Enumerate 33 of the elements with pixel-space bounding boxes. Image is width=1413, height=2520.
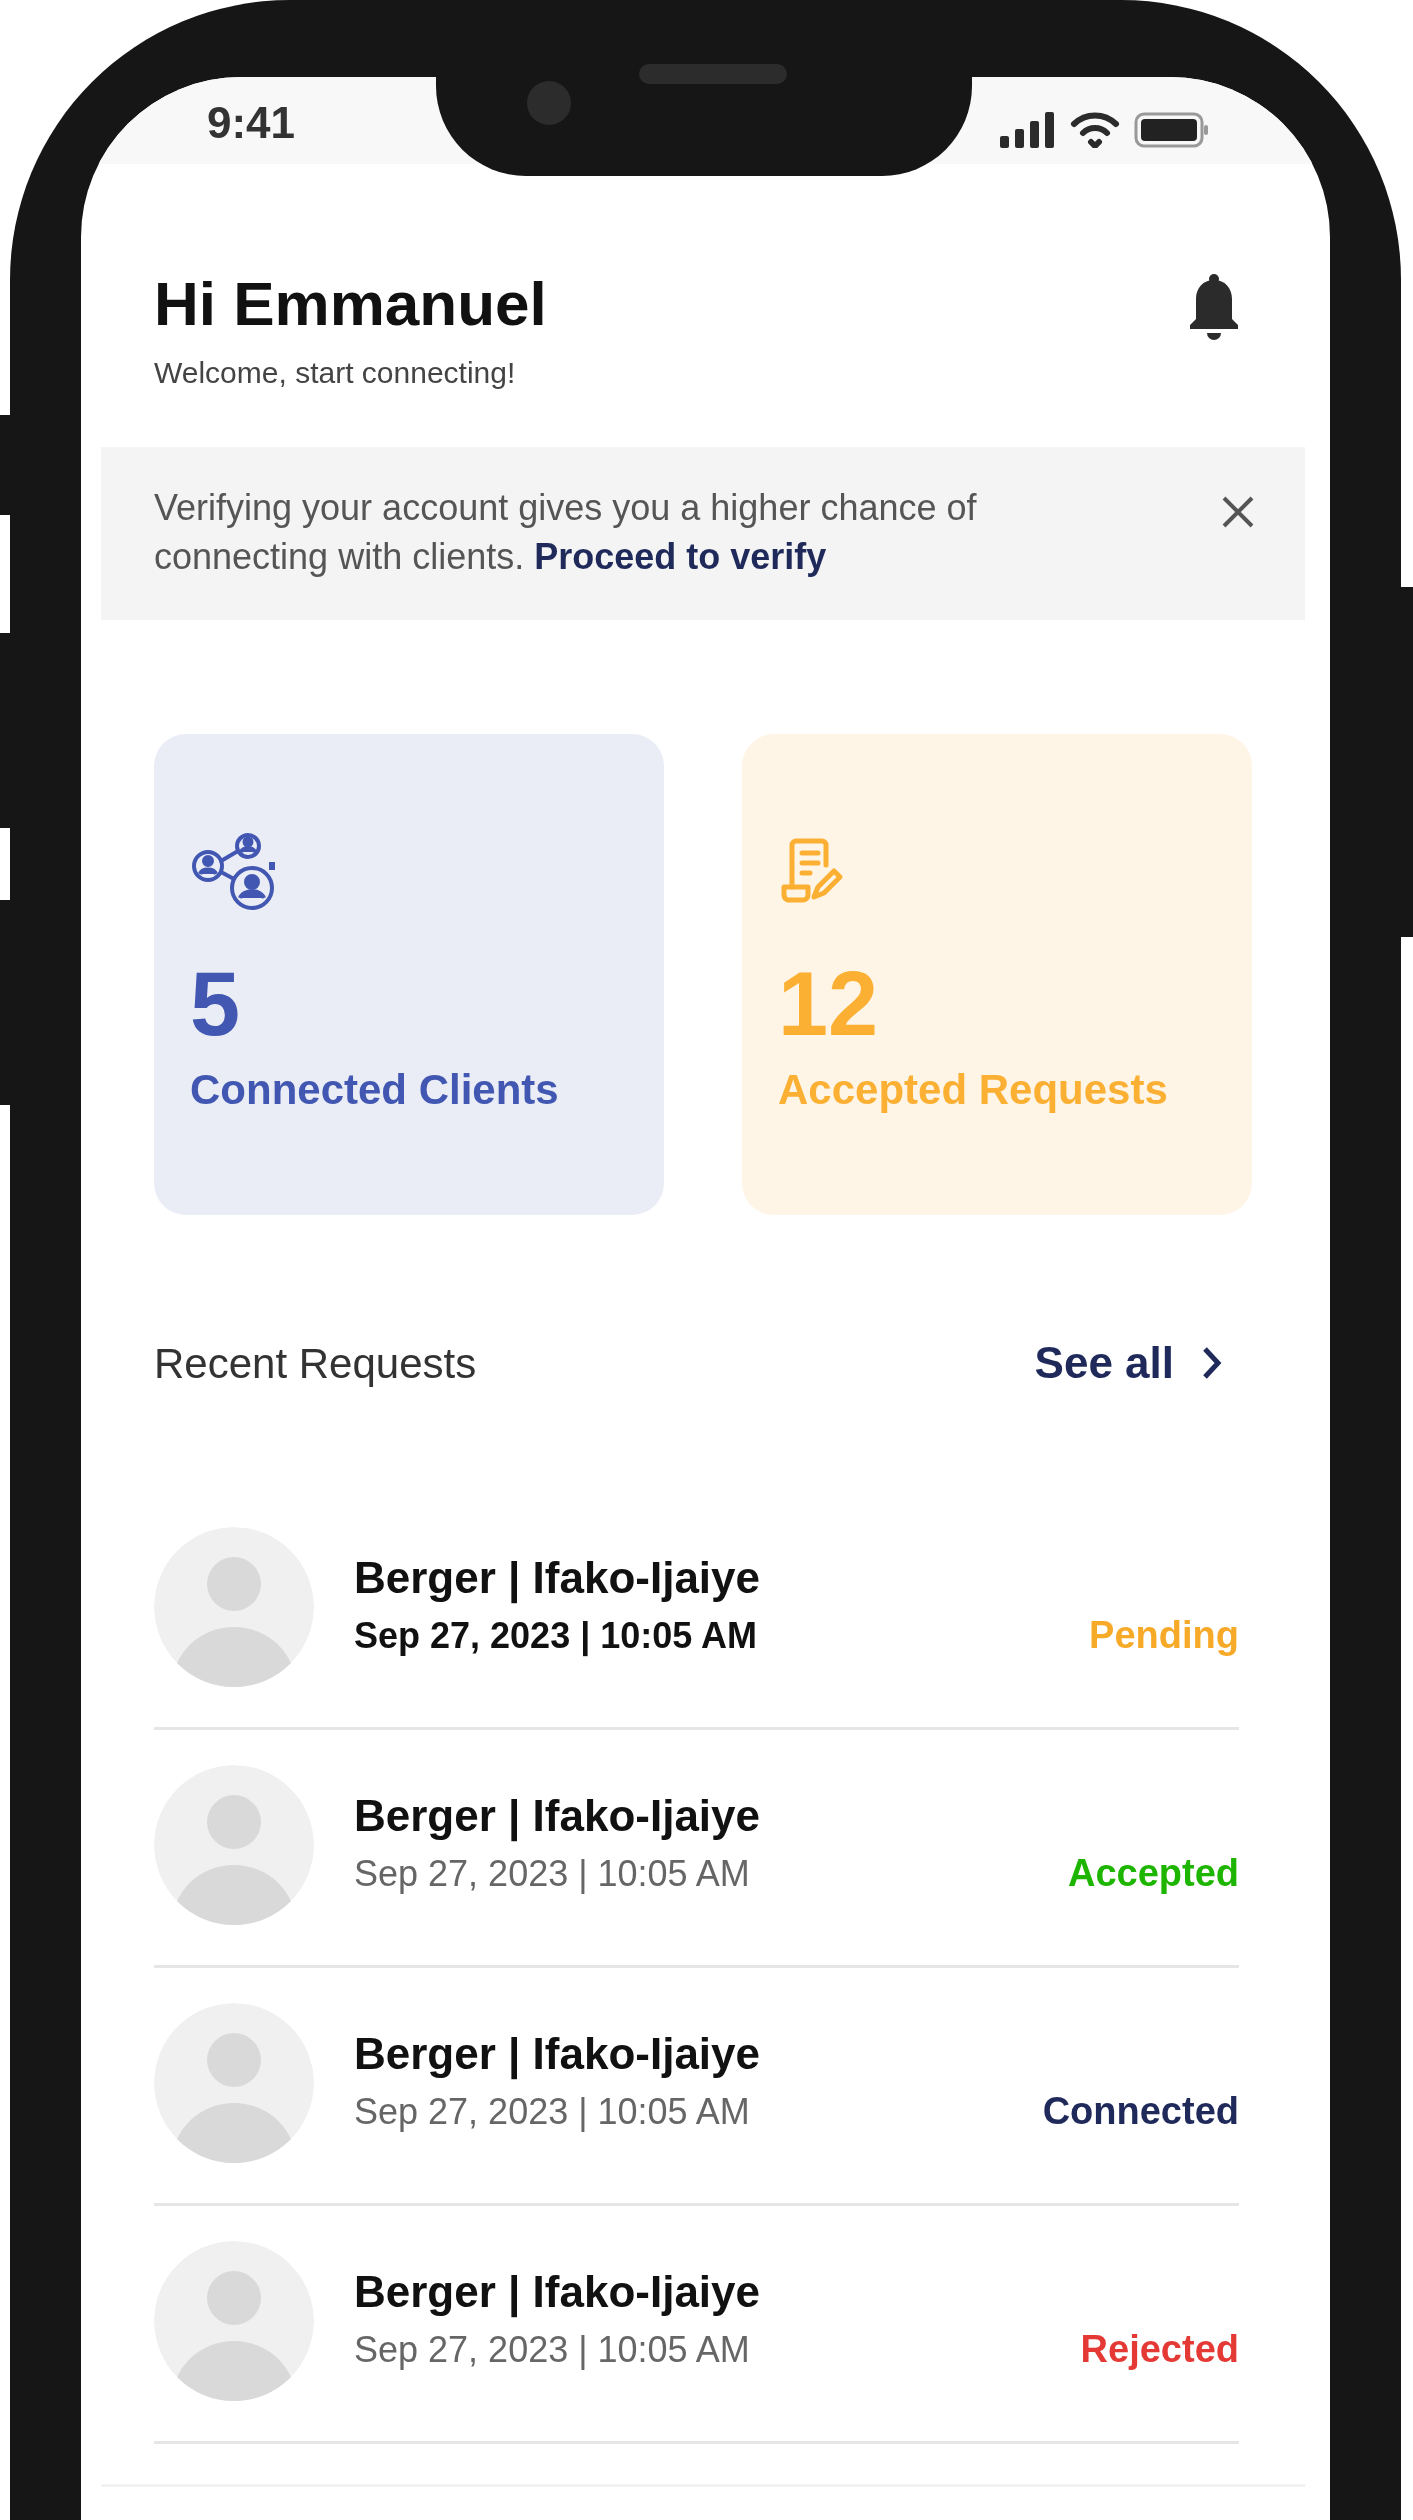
wifi-icon xyxy=(1070,111,1120,148)
stat-count: 5 xyxy=(190,954,241,1054)
battery-icon xyxy=(1134,111,1210,148)
stat-count: 12 xyxy=(778,954,879,1054)
stat-label: Connected Clients xyxy=(190,1065,559,1115)
status-label: Rejected xyxy=(1080,2327,1239,2372)
signal-icon xyxy=(1000,111,1056,148)
request-row[interactable]: Berger | Ifako-Ijaiye Sep 27, 2023 | 10:05 AM Connected xyxy=(154,1968,1239,2206)
section-title: Recent Requests xyxy=(154,1338,477,1389)
status-label: Accepted xyxy=(1067,1851,1239,1896)
see-all-link[interactable]: See all xyxy=(1034,1330,1222,1396)
request-date: Sep 27, 2023 | 10:05 AM xyxy=(354,1851,750,1896)
status-label: Pending xyxy=(1089,1613,1239,1658)
chevron-right-icon xyxy=(1202,1346,1222,1380)
close-icon[interactable] xyxy=(1221,495,1255,529)
request-row[interactable]: Berger | Ifako-Ijaiye Sep 27, 2023 | 10:05 AM Rejected xyxy=(154,2206,1239,2444)
request-name: Berger | Ifako-Ijaiye xyxy=(354,2028,762,2082)
request-date: Sep 27, 2023 | 10:05 AM xyxy=(354,2089,750,2134)
request-name: Berger | Ifako-Ijaiye xyxy=(354,1790,762,1844)
welcome-subtitle: Welcome, start connecting! xyxy=(154,355,517,391)
request-row[interactable]: Berger | Ifako-Ijaiye Sep 27, 2023 | 10:05 AM Pending xyxy=(154,1492,1239,1730)
request-row[interactable]: Berger | Ifako-Ijaiye Sep 27, 2023 | 10:05 AM Accepted xyxy=(154,1730,1239,1968)
status-label: Connected xyxy=(1042,2089,1239,2134)
verification-message: Verifying your account gives you a higher chance of connecting with clients. Proceed to verify xyxy=(154,486,978,579)
request-name: Berger | Ifako-Ijaiye xyxy=(354,1552,762,1606)
greeting-title: Hi Emmanuel xyxy=(154,268,547,340)
status-time: 9:41 xyxy=(207,96,296,149)
stat-card[interactable]: 5 Connected Clients xyxy=(154,734,664,1215)
request-date: Sep 27, 2023 | 10:05 AM xyxy=(354,2327,750,2372)
request-name: Berger | Ifako-Ijaiye xyxy=(354,2266,762,2320)
proceed-to-verify-link[interactable]: Proceed to verify xyxy=(534,536,827,577)
stat-label: Accepted Requests xyxy=(778,1065,1168,1115)
request-date: Sep 27, 2023 | 10:05 AM xyxy=(354,1613,757,1659)
